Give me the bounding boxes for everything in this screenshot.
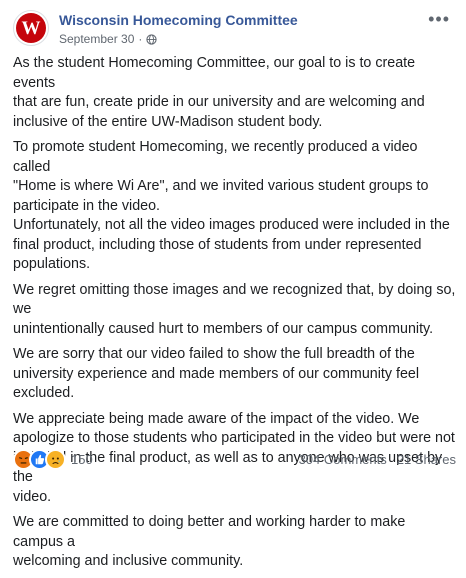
reaction-count[interactable]: 150 bbox=[71, 452, 93, 467]
globe-icon bbox=[146, 33, 158, 45]
facebook-post: W Wisconsin Homecoming Committee Septemb… bbox=[0, 0, 466, 569]
post-paragraph: To promote student Homecoming, we recent… bbox=[13, 139, 450, 272]
post-body: As the student Homecoming Committee, our… bbox=[13, 54, 457, 578]
post-paragraph: We are committed to doing better and wor… bbox=[13, 514, 406, 569]
post-paragraph: We regret omitting those images and we r… bbox=[13, 281, 456, 337]
page-name-link[interactable]: Wisconsin Homecoming Committee bbox=[59, 12, 298, 28]
post-stats: 304 Comments 21 Shares bbox=[299, 452, 456, 467]
post-date[interactable]: September 30 bbox=[59, 32, 134, 46]
sad-reaction-icon bbox=[45, 448, 66, 470]
post-footer: 150 304 Comments 21 Shares bbox=[13, 448, 456, 470]
comments-count-link[interactable]: 304 Comments bbox=[299, 452, 387, 467]
more-options-icon[interactable]: ••• bbox=[428, 10, 450, 28]
wisconsin-logo-icon: W bbox=[16, 13, 46, 43]
page-avatar[interactable]: W bbox=[13, 10, 49, 46]
meta-separator: · bbox=[138, 32, 143, 46]
post-paragraph: We are sorry that our video failed to sh… bbox=[13, 346, 420, 401]
post-meta: September 30 · bbox=[59, 32, 158, 46]
post-paragraph: As the student Homecoming Committee, our… bbox=[13, 55, 425, 130]
shares-count-link[interactable]: 21 Shares bbox=[397, 452, 456, 467]
avatar-letter: W bbox=[21, 17, 41, 39]
reactions-summary[interactable]: 150 bbox=[13, 448, 93, 470]
